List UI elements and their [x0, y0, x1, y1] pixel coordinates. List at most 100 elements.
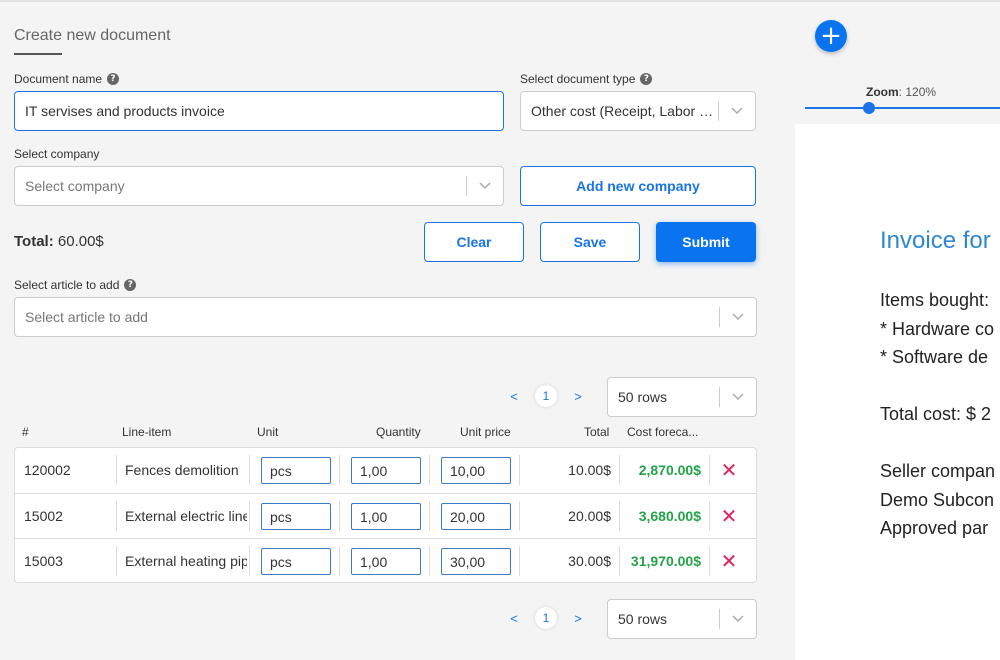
company-select[interactable]: Select company: [14, 166, 504, 206]
chevron-down-icon[interactable]: [720, 313, 756, 321]
next-page-button[interactable]: >: [567, 611, 589, 626]
prev-page-button[interactable]: <: [503, 611, 525, 626]
cell-divider: [339, 501, 340, 531]
chevron-down-icon[interactable]: [720, 615, 756, 623]
preview-line: Items bought:: [880, 290, 990, 310]
article-placeholder: Select article to add: [25, 309, 148, 325]
cell-divider: [429, 501, 430, 531]
delete-icon[interactable]: ✕: [719, 494, 739, 538]
cell-divider: [709, 501, 710, 531]
cell-divider: [249, 501, 250, 531]
unit-input[interactable]: pcs: [261, 457, 331, 484]
help-icon[interactable]: ?: [640, 73, 653, 85]
page-number[interactable]: 1: [535, 607, 557, 629]
chevron-down-icon[interactable]: [720, 393, 756, 401]
row-id: 15003: [24, 553, 63, 569]
row-total: 30.00$: [568, 553, 611, 569]
cell-divider: [116, 501, 117, 531]
pagination-top: < 1 >: [503, 385, 589, 407]
top-divider: [0, 0, 1000, 2]
document-name-label: Document name ?: [14, 72, 120, 86]
prev-page-button[interactable]: <: [503, 389, 525, 404]
plus-icon[interactable]: +: [815, 20, 847, 52]
total-value: 60.00$: [57, 233, 104, 250]
help-icon[interactable]: ?: [124, 279, 137, 291]
help-icon[interactable]: ?: [107, 73, 120, 85]
unit-input[interactable]: pcs: [261, 548, 331, 575]
page-title[interactable]: Create new document: [14, 27, 171, 45]
add-company-button[interactable]: Add new company: [520, 166, 756, 206]
page-number[interactable]: 1: [535, 385, 557, 407]
delete-icon[interactable]: ✕: [719, 448, 739, 492]
column-header-unit-price: Unit price: [460, 425, 511, 439]
save-button[interactable]: Save: [540, 222, 640, 262]
company-placeholder: Select company: [25, 178, 125, 194]
document-name-label-text: Document name: [14, 72, 103, 86]
line-items-table: 120002 Fences demolition pcs 1,00 10,00 …: [14, 447, 757, 583]
cell-divider: [116, 455, 117, 485]
row-id: 120002: [24, 462, 71, 478]
cell-divider: [429, 546, 430, 576]
clear-button[interactable]: Clear: [424, 222, 524, 262]
table-row: 15002 External electric line pcs 1,00 20…: [15, 493, 756, 538]
document-name-value[interactable]: IT servises and products invoice: [15, 103, 503, 119]
preview-line: Total cost: $ 2: [880, 404, 992, 424]
row-cost-forecast: 3,680.00$: [638, 508, 701, 524]
column-header-id: #: [22, 425, 29, 439]
next-page-button[interactable]: >: [567, 389, 589, 404]
column-header-unit: Unit: [257, 425, 279, 439]
cell-divider: [709, 455, 710, 485]
chevron-down-icon[interactable]: [467, 182, 503, 190]
delete-icon[interactable]: ✕: [719, 539, 739, 582]
table-row: 15003 External heating pipe pcs 1,00 30,…: [15, 538, 756, 582]
preview-line: * Software de: [880, 347, 989, 367]
chevron-down-icon[interactable]: [719, 107, 755, 115]
cell-divider: [116, 546, 117, 576]
document-type-label: Select document type ?: [520, 72, 653, 86]
row-line-item: External heating pipe: [125, 553, 247, 569]
column-header-total: Total: [584, 425, 610, 439]
zoom-slider-track[interactable]: [805, 107, 1000, 109]
article-label-text: Select article to add: [14, 278, 120, 292]
zoom-slider-handle[interactable]: [863, 102, 875, 114]
zoom-label: Zoom: 120%: [866, 85, 936, 99]
document-name-input[interactable]: IT servises and products invoice: [14, 91, 504, 131]
quantity-input[interactable]: 1,00: [351, 503, 421, 530]
zoom-label-text: Zoom: [866, 85, 899, 99]
article-label: Select article to add ?: [14, 278, 137, 292]
article-select[interactable]: Select article to add: [14, 297, 757, 337]
submit-button[interactable]: Submit: [656, 222, 756, 262]
total-summary: Total: 60.00$: [14, 233, 104, 250]
unit-price-input[interactable]: 10,00: [441, 457, 511, 484]
preview-line: Seller compan: [880, 461, 996, 481]
cell-divider: [339, 546, 340, 576]
document-type-value: Other cost (Receipt, Labor et...: [531, 103, 718, 119]
row-line-item: External electric line: [125, 508, 247, 524]
unit-price-input[interactable]: 30,00: [441, 548, 511, 575]
quantity-input[interactable]: 1,00: [351, 548, 421, 575]
document-type-select[interactable]: Other cost (Receipt, Labor et...: [520, 91, 756, 131]
preview-line: Demo Subcon: [880, 490, 995, 510]
rows-per-page-select[interactable]: 50 rows: [607, 599, 757, 639]
row-total: 10.00$: [568, 462, 611, 478]
rows-per-page-value: 50 rows: [618, 389, 668, 405]
cell-divider: [519, 501, 520, 531]
company-label-text: Select company: [14, 147, 100, 161]
cell-divider: [429, 455, 430, 485]
cell-divider: [339, 455, 340, 485]
cell-divider: [249, 546, 250, 576]
quantity-input[interactable]: 1,00: [351, 457, 421, 484]
unit-price-input[interactable]: 20,00: [441, 503, 511, 530]
rows-per-page-select[interactable]: 50 rows: [607, 377, 757, 417]
row-total: 20.00$: [568, 508, 611, 524]
document-type-label-text: Select document type: [520, 72, 636, 86]
row-id: 15002: [24, 508, 63, 524]
preview-line: Approved par: [880, 518, 989, 538]
preview-line: * Hardware co: [880, 319, 995, 339]
row-cost-forecast: 2,870.00$: [638, 462, 701, 478]
document-preview: Invoice for Items bought: * Hardware co …: [795, 124, 1000, 660]
table-row: 120002 Fences demolition pcs 1,00 10,00 …: [15, 448, 756, 493]
unit-input[interactable]: pcs: [261, 503, 331, 530]
column-header-quantity: Quantity: [376, 425, 421, 439]
row-line-item: Fences demolition: [125, 462, 239, 478]
